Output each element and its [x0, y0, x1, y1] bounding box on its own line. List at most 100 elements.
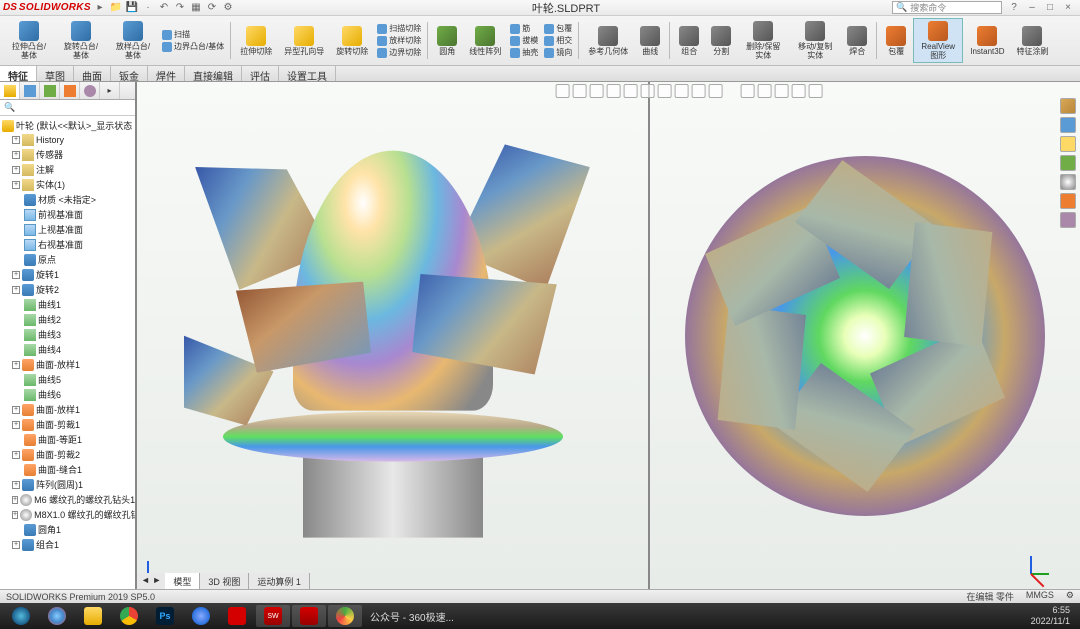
tile-v-icon[interactable]	[757, 84, 771, 98]
expand-icon[interactable]: +	[12, 136, 20, 144]
expand-icon[interactable]: +	[12, 181, 20, 189]
tab-设置工具[interactable]: 设置工具	[279, 66, 336, 81]
view-settings-icon[interactable]	[708, 84, 722, 98]
tree-item[interactable]: +曲面-剪裁1	[2, 417, 133, 432]
tree-item[interactable]: 曲面-缝合1	[2, 462, 133, 477]
taskbar-solidworks[interactable]: SW	[256, 605, 290, 627]
taskbar-app-1[interactable]	[40, 605, 74, 627]
tab-直接编辑[interactable]: 直接编辑	[185, 66, 242, 81]
graphics-viewport[interactable]: ◄ ►模型3D 视图运动算例 1	[137, 82, 1080, 589]
hide-show-icon[interactable]	[657, 84, 671, 98]
ribbon-镜向[interactable]: 镜向	[542, 47, 574, 58]
file-explorer-icon[interactable]	[1060, 136, 1076, 152]
tree-item[interactable]: 右视基准面	[2, 237, 133, 252]
appearances-icon[interactable]	[1060, 174, 1076, 190]
maximize-vp-icon[interactable]	[791, 84, 805, 98]
property-manager-tab[interactable]	[20, 82, 40, 99]
options-icon[interactable]: ⚙	[222, 2, 234, 14]
start-button[interactable]	[4, 605, 38, 627]
taskbar-solidworks-2[interactable]	[292, 605, 326, 627]
ribbon-抽壳[interactable]: 抽壳	[508, 47, 540, 58]
ribbon-旋转切除[interactable]: 旋转切除	[331, 18, 373, 63]
tree-item[interactable]: +传感器	[2, 147, 133, 162]
taskbar-photoshop[interactable]: Ps	[148, 605, 182, 627]
tree-item[interactable]: 曲线2	[2, 312, 133, 327]
ribbon-筋[interactable]: 筋	[508, 23, 540, 34]
status-gear-icon[interactable]: ⚙	[1066, 590, 1074, 603]
ribbon-Instant3D[interactable]: Instant3D	[965, 18, 1009, 63]
close-vp-icon[interactable]	[808, 84, 822, 98]
new-icon[interactable]: ▸	[94, 2, 106, 14]
apply-scene-icon[interactable]	[691, 84, 705, 98]
sw-resources-icon[interactable]	[1060, 98, 1076, 114]
tile-h-icon[interactable]	[740, 84, 754, 98]
close-icon[interactable]: ×	[1062, 2, 1074, 14]
ribbon-特征涂刷[interactable]: 特征涂刷	[1011, 18, 1053, 63]
viewport-right[interactable]	[650, 82, 1080, 589]
tree-item[interactable]: 曲线1	[2, 297, 133, 312]
taskbar-clock[interactable]: 6:55 2022/11/1	[1031, 605, 1076, 627]
filter-icon[interactable]: 🔍	[4, 102, 15, 112]
tree-item[interactable]: 原点	[2, 252, 133, 267]
tree-item[interactable]: 曲线5	[2, 372, 133, 387]
ribbon-边界凸台/基体[interactable]: 边界凸台/基体	[160, 41, 226, 52]
tree-item[interactable]: +旋转1	[2, 267, 133, 282]
tab-曲面[interactable]: 曲面	[74, 66, 111, 81]
zoom-fit-icon[interactable]	[555, 84, 569, 98]
rebuild-icon[interactable]: ⟳	[206, 2, 218, 14]
expand-icon[interactable]: +	[12, 286, 20, 294]
ribbon-圆角[interactable]: 圆角	[432, 18, 462, 63]
tree-item[interactable]: 圆角1	[2, 522, 133, 537]
ribbon-包覆[interactable]: 包覆	[542, 23, 574, 34]
expand-icon[interactable]: +	[12, 166, 20, 174]
tree-item[interactable]: 曲线6	[2, 387, 133, 402]
expand-tab[interactable]: ▸	[100, 82, 120, 99]
taskbar-explorer[interactable]	[76, 605, 110, 627]
tree-item[interactable]: 曲面-等距1	[2, 432, 133, 447]
expand-icon[interactable]: +	[12, 151, 20, 159]
select-icon[interactable]: ▦	[190, 2, 202, 14]
taskbar-app-6[interactable]	[220, 605, 254, 627]
tab-焊件[interactable]: 焊件	[148, 66, 185, 81]
ribbon-边界切除[interactable]: 边界切除	[375, 47, 423, 58]
minimize-icon[interactable]: –	[1026, 2, 1038, 14]
section-view-icon[interactable]	[606, 84, 620, 98]
view-tab-3D 视图[interactable]: 3D 视图	[200, 573, 249, 589]
ribbon-移动/复制实体[interactable]: 移动/复制实体	[790, 18, 840, 63]
tree-item[interactable]: 曲线3	[2, 327, 133, 342]
design-library-icon[interactable]	[1060, 117, 1076, 133]
ribbon-分割[interactable]: 分割	[706, 18, 736, 63]
ribbon-曲线[interactable]: 曲线	[635, 18, 665, 63]
tree-root[interactable]: 叶轮 (默认<<默认>_显示状态 1>)	[2, 118, 133, 133]
expand-icon[interactable]: +	[12, 511, 18, 519]
ribbon-RealView 图形[interactable]: RealView 图形	[913, 18, 963, 63]
tab-特征[interactable]: 特征	[0, 66, 37, 81]
zoom-area-icon[interactable]	[572, 84, 586, 98]
save-icon[interactable]: 💾	[126, 2, 138, 14]
redo-icon[interactable]: ↷	[174, 2, 186, 14]
ribbon-扫描切除[interactable]: 扫描切除	[375, 23, 423, 34]
tree-item[interactable]: +M6 螺纹孔的螺纹孔钻头1	[2, 492, 133, 507]
undo-icon[interactable]: ↶	[158, 2, 170, 14]
view-tab-模型[interactable]: 模型	[165, 573, 200, 589]
ribbon-包覆[interactable]: 包覆	[881, 18, 911, 63]
taskbar-app-5[interactable]	[184, 605, 218, 627]
prev-view-icon[interactable]	[589, 84, 603, 98]
feature-manager-tab[interactable]	[0, 82, 20, 99]
ribbon-放样凸台/基体[interactable]: 放样凸台/基体	[108, 18, 158, 63]
view-palette-icon[interactable]	[1060, 155, 1076, 171]
taskbar-window-title[interactable]: 公众号 - 360极速...	[364, 609, 460, 624]
taskbar-chrome[interactable]	[112, 605, 146, 627]
viewport-left[interactable]	[137, 82, 650, 589]
minimize-vp-icon[interactable]	[774, 84, 788, 98]
tree-item[interactable]: 材质 <未指定>	[2, 192, 133, 207]
ribbon-拉伸切除[interactable]: 拉伸切除	[235, 18, 277, 63]
display-manager-tab[interactable]	[80, 82, 100, 99]
ribbon-拉伸凸台/基体[interactable]: 拉伸凸台/基体	[4, 18, 54, 63]
tree-item[interactable]: 上视基准面	[2, 222, 133, 237]
taskbar-360[interactable]	[328, 605, 362, 627]
edit-appearance-icon[interactable]	[674, 84, 688, 98]
maximize-icon[interactable]: □	[1044, 2, 1056, 14]
tree-item[interactable]: +旋转2	[2, 282, 133, 297]
ribbon-拔模[interactable]: 拔模	[508, 35, 540, 46]
